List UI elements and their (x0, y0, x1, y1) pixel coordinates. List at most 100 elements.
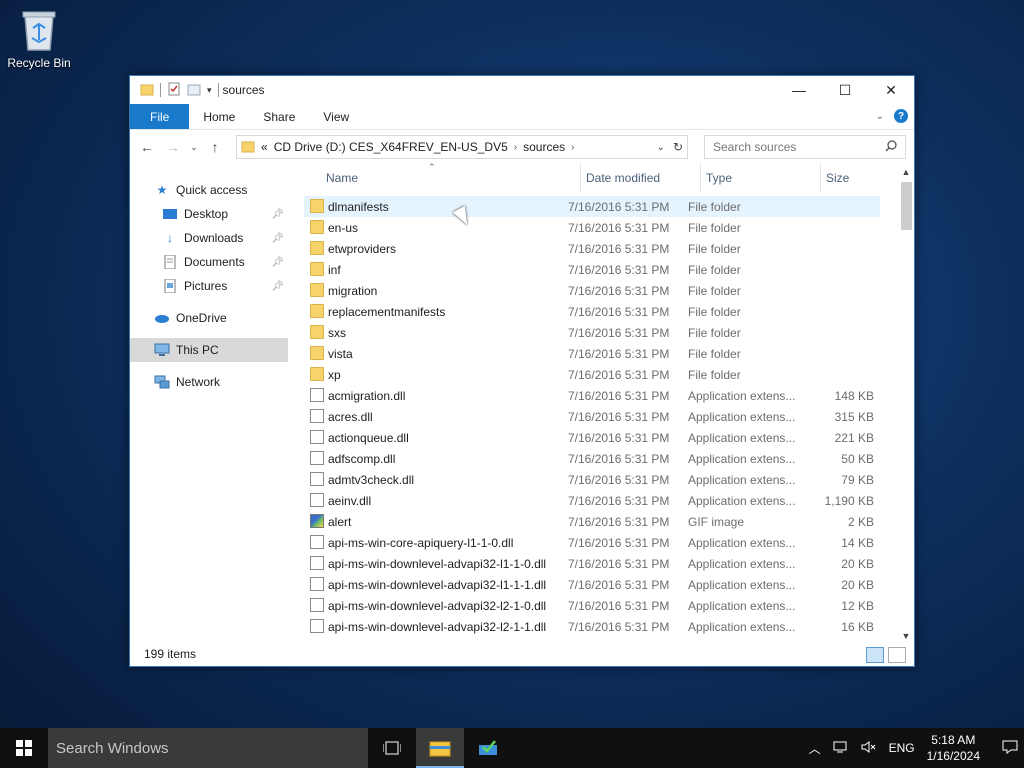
breadcrumb-overflow[interactable]: « (261, 140, 268, 154)
chevron-right-icon[interactable]: › (514, 142, 517, 153)
recycle-bin-label: Recycle Bin (7, 56, 71, 70)
recent-locations-button[interactable]: ⌄ (188, 136, 200, 158)
tab-file[interactable]: File (130, 104, 190, 129)
customize-toolbar-icon[interactable]: ▾ (207, 85, 212, 96)
file-row[interactable]: aeinv.dll 7/16/2016 5:31 PM Application ex… (304, 490, 880, 511)
back-button[interactable]: ← (136, 136, 158, 158)
file-size: 221 KB (834, 431, 874, 445)
maximize-button[interactable]: ☐ (822, 76, 868, 104)
search-placeholder: Search sources (713, 140, 797, 154)
column-divider[interactable] (820, 164, 821, 192)
nav-downloads[interactable]: ↓ Downloads 📌︎ (130, 226, 288, 250)
forward-button[interactable]: → (162, 136, 184, 158)
item-count: 199 items (144, 647, 197, 661)
file-row[interactable]: migration 7/16/2016 5:31 PM File folder (304, 280, 880, 301)
scrollbar-thumb[interactable] (901, 182, 912, 230)
file-row[interactable]: inf 7/16/2016 5:31 PM File folder (304, 259, 880, 280)
column-header-type[interactable]: Type (706, 171, 732, 185)
taskbar-file-explorer[interactable] (416, 728, 464, 768)
file-row[interactable]: api-ms-win-downlevel-advapi32-l2-1-1.dll… (304, 616, 880, 637)
taskbar-search-input[interactable]: Search Windows (48, 728, 368, 768)
breadcrumb-current[interactable]: sources (523, 140, 565, 154)
task-view-button[interactable] (368, 728, 416, 768)
expand-ribbon-icon[interactable]: ⌄ (876, 111, 884, 122)
column-divider[interactable] (700, 164, 701, 192)
file-date-modified: 7/16/2016 5:31 PM (568, 578, 670, 592)
file-type: File folder (688, 284, 741, 298)
network-status-icon[interactable] (833, 740, 849, 757)
column-header-date[interactable]: Date modified (586, 171, 660, 185)
address-bar[interactable]: « CD Drive (D:) CES_X64FREV_EN-US_DV5 › … (236, 135, 688, 159)
file-size: 79 KB (841, 473, 874, 487)
file-name: sxs (328, 326, 346, 340)
file-row[interactable]: api-ms-win-downlevel-advapi32-l1-1-0.dll… (304, 553, 880, 574)
pin-icon[interactable]: 📌︎ (271, 233, 284, 244)
folder-icon (310, 325, 324, 339)
help-icon[interactable]: ? (894, 109, 908, 123)
properties-icon[interactable] (167, 82, 181, 99)
scroll-up-icon[interactable]: ▲ (898, 164, 914, 180)
large-icons-view-button[interactable] (888, 647, 906, 663)
nav-documents[interactable]: Documents 📌︎ (130, 250, 288, 274)
network-icon (154, 375, 170, 389)
language-indicator[interactable]: ENG (889, 741, 915, 755)
file-row[interactable]: actionqueue.dll 7/16/2016 5:31 PM Applicat… (304, 427, 880, 448)
file-row[interactable]: xp 7/16/2016 5:31 PM File folder (304, 364, 880, 385)
desktop-icon (162, 207, 178, 221)
file-row[interactable]: replacementmanifests 7/16/2016 5:31 PM Fil… (304, 301, 880, 322)
file-row[interactable]: dlmanifests 7/16/2016 5:31 PM File folder (304, 196, 880, 217)
file-row[interactable]: en-us 7/16/2016 5:31 PM File folder (304, 217, 880, 238)
file-row[interactable]: sxs 7/16/2016 5:31 PM File folder (304, 322, 880, 343)
file-row[interactable]: etwproviders 7/16/2016 5:31 PM File folder (304, 238, 880, 259)
column-header-size[interactable]: Size (826, 171, 849, 185)
file-row[interactable]: alert 7/16/2016 5:31 PM GIF image 2 KB (304, 511, 880, 532)
breadcrumb-drive[interactable]: CD Drive (D:) CES_X64FREV_EN-US_DV5 (274, 140, 508, 154)
vertical-scrollbar[interactable]: ▲ ▼ (898, 164, 914, 644)
file-date-modified: 7/16/2016 5:31 PM (568, 494, 670, 508)
clock[interactable]: 5:18 AM 1/16/2024 (927, 732, 980, 764)
search-input[interactable]: Search sources (704, 135, 906, 159)
chevron-up-icon[interactable]: ︿ (809, 740, 821, 757)
refresh-icon[interactable]: ↻ (673, 140, 683, 154)
tab-view[interactable]: View (309, 104, 363, 129)
up-button[interactable]: ↑ (204, 136, 226, 158)
volume-muted-icon[interactable] (861, 740, 877, 757)
tab-home[interactable]: Home (189, 104, 249, 129)
title-bar[interactable]: ▾ sources — ☐ ✕ (130, 76, 914, 104)
tab-share[interactable]: Share (249, 104, 309, 129)
nav-pictures[interactable]: Pictures 📌︎ (130, 274, 288, 298)
window-title: sources (222, 83, 265, 97)
chevron-right-icon[interactable]: › (571, 142, 574, 153)
file-type: Application extens... (688, 431, 796, 445)
nav-desktop[interactable]: Desktop 📌︎ (130, 202, 288, 226)
pin-icon[interactable]: 📌︎ (271, 257, 284, 268)
recycle-bin[interactable]: Recycle Bin (6, 8, 72, 70)
file-row[interactable]: acres.dll 7/16/2016 5:31 PM Application ex… (304, 406, 880, 427)
file-row[interactable]: api-ms-win-core-apiquery-l1-1-0.dll 7/16/… (304, 532, 880, 553)
pin-icon[interactable]: 📌︎ (271, 281, 284, 292)
file-row[interactable]: api-ms-win-downlevel-advapi32-l2-1-0.dll… (304, 595, 880, 616)
pin-icon[interactable]: 📌︎ (271, 209, 284, 220)
file-row[interactable]: api-ms-win-downlevel-advapi32-l1-1-1.dll… (304, 574, 880, 595)
action-center-icon[interactable] (1002, 740, 1018, 757)
file-row[interactable]: adfscomp.dll 7/16/2016 5:31 PM Application… (304, 448, 880, 469)
nav-quick-access[interactable]: ★ Quick access (130, 178, 288, 202)
file-row[interactable]: acmigration.dll 7/16/2016 5:31 PM Applicat… (304, 385, 880, 406)
address-history-dropdown[interactable]: ⌄ (657, 142, 665, 153)
file-date-modified: 7/16/2016 5:31 PM (568, 305, 670, 319)
column-header-name[interactable]: Name (326, 171, 358, 185)
nav-documents-label: Documents (184, 255, 245, 269)
column-divider[interactable] (580, 164, 581, 192)
file-row[interactable]: vista 7/16/2016 5:31 PM File folder (304, 343, 880, 364)
nav-onedrive[interactable]: OneDrive (130, 306, 288, 330)
taskbar-server-manager[interactable] (464, 728, 512, 768)
file-row[interactable]: admtv3check.dll 7/16/2016 5:31 PM Applicat… (304, 469, 880, 490)
new-folder-icon[interactable] (187, 82, 201, 99)
details-view-button[interactable] (866, 647, 884, 663)
nav-this-pc[interactable]: This PC (130, 338, 288, 362)
start-button[interactable] (0, 728, 48, 768)
close-button[interactable]: ✕ (868, 76, 914, 104)
nav-network[interactable]: Network (130, 370, 288, 394)
minimize-button[interactable]: — (776, 76, 822, 104)
file-name: acmigration.dll (328, 389, 406, 403)
